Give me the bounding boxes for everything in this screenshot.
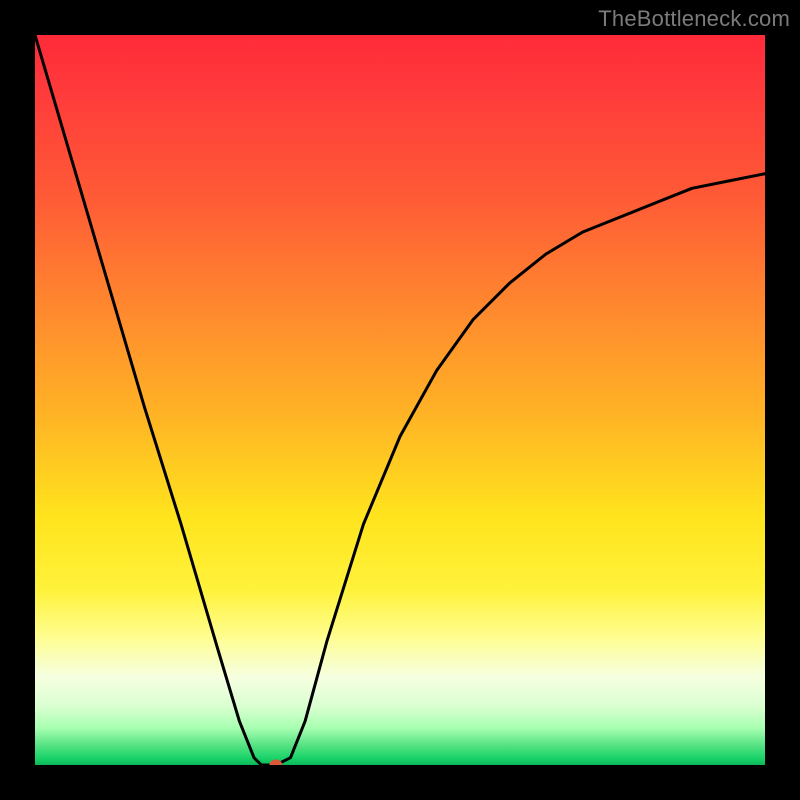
chart-svg (35, 35, 765, 765)
plot-area (35, 35, 765, 765)
watermark-text: TheBottleneck.com (598, 6, 790, 32)
chart-frame: TheBottleneck.com (0, 0, 800, 800)
curve-line (35, 35, 765, 765)
marker-dot (270, 760, 282, 765)
